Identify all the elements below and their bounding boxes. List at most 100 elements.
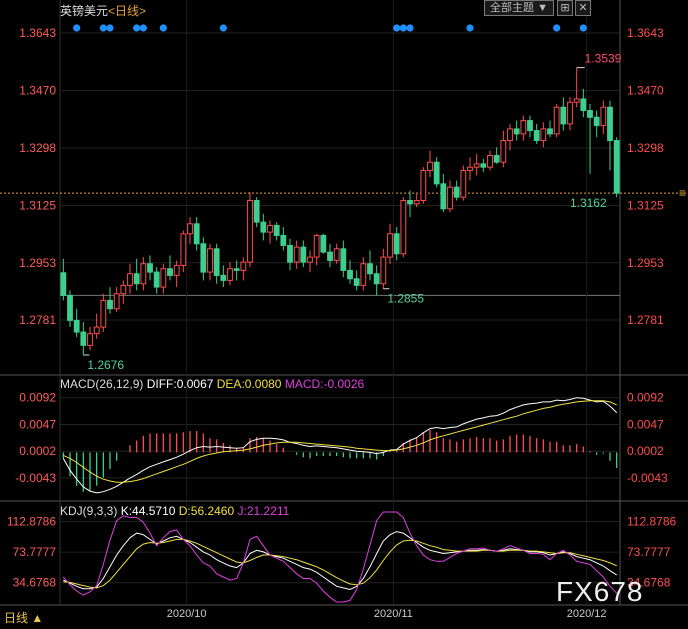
kdj-y-tick-left: 73.7777 — [13, 545, 57, 559]
candle-body — [287, 244, 293, 263]
kdj-header: KDJ(9,3,3) K:44.5710 D:56.2460 J:21.2211 — [60, 504, 289, 518]
candle-body — [580, 98, 587, 112]
candle-body — [607, 106, 613, 142]
y-tick-label-left: 1.3125 — [19, 198, 56, 212]
watermark-logo: FX678 — [556, 576, 644, 607]
candle-body — [493, 155, 500, 163]
y-tick-label-right: 1.2953 — [627, 256, 664, 270]
close-button[interactable]: ✕ — [575, 0, 591, 16]
candle-body — [320, 234, 327, 253]
candle-body — [133, 273, 140, 285]
y-tick-label-right: 1.3470 — [627, 84, 664, 98]
candle-body — [107, 299, 113, 310]
candle-body — [373, 273, 380, 285]
grid-icon: ⊞ — [560, 2, 570, 14]
chart-canvas: 1.3643 1.3643 1.3470 1.3470 1.3298 1.3298 1.31… — [0, 0, 688, 620]
candle-body — [600, 106, 607, 127]
signal-dot — [399, 24, 407, 32]
candle-body — [427, 161, 433, 172]
x-tick-label: 2020/11 — [374, 608, 413, 620]
candle-body — [307, 256, 313, 263]
candle-body — [73, 319, 80, 333]
candle-body — [340, 248, 347, 271]
y-tick-label-left: 1.2953 — [19, 256, 56, 270]
candle-body — [433, 161, 440, 185]
candle-body — [393, 233, 400, 255]
close-icon: ✕ — [578, 2, 588, 14]
candle-body — [460, 170, 467, 198]
candle-body — [513, 128, 520, 135]
candle-body — [240, 261, 247, 271]
macd-y-tick-right: -0.0043 — [627, 471, 668, 485]
candle-body — [553, 106, 560, 135]
x-tick-label: 2020/10 — [167, 608, 207, 620]
candle-body — [293, 246, 300, 263]
y-tick-label-right: 1.2781 — [627, 313, 664, 327]
candle-body — [360, 263, 367, 286]
macd-y-tick-right: 0.0047 — [627, 417, 664, 431]
period-toggle[interactable]: 日线 ▲ — [4, 609, 43, 626]
candle-body — [280, 234, 287, 246]
candle-body — [253, 199, 260, 223]
candle-body — [100, 299, 107, 328]
symbol-name: 英镑美元 — [60, 4, 109, 18]
signal-dot — [106, 24, 114, 32]
candle-body — [487, 155, 493, 168]
candle-body — [333, 248, 340, 261]
axis-labels: 1.3643 1.3643 1.3470 1.3470 1.3298 1.3298 1.31… — [7, 26, 686, 620]
macd-value: MACD:-0.0026 — [284, 377, 365, 391]
macd-layer — [62, 397, 618, 494]
candle-body — [400, 199, 407, 255]
candle-body — [67, 294, 73, 321]
candle-body — [180, 233, 187, 266]
kdj-y-tick-left: 34.6768 — [13, 576, 57, 590]
low-annotation: 1.2676 — [87, 358, 124, 372]
kdj-j-value: J:21.2211 — [237, 504, 290, 518]
candle-body — [153, 271, 160, 288]
y-tick-label-right: 1.3125 — [627, 198, 664, 212]
y-tick-label-left: 1.3643 — [19, 26, 56, 40]
candle-body — [160, 268, 167, 288]
candle-body — [313, 234, 320, 258]
candle-body — [260, 221, 267, 233]
signal-dot — [393, 24, 401, 32]
candle-body — [473, 163, 480, 168]
candle-body — [193, 223, 200, 245]
layout-button[interactable]: ⊞ — [557, 0, 573, 16]
kdj-j-line — [62, 511, 618, 603]
candle-body — [200, 243, 207, 273]
last-price-marker: ≡ — [679, 186, 686, 200]
candle-body — [593, 116, 600, 127]
candle-body — [187, 223, 193, 235]
candle-body — [247, 199, 253, 263]
candle-body — [327, 251, 333, 261]
candle-body — [407, 199, 413, 205]
candle-body — [93, 326, 100, 335]
y-tick-label-right: 1.3298 — [627, 141, 664, 155]
y-tick-label-left: 1.3298 — [19, 141, 56, 155]
low-annotation: 1.2855 — [387, 292, 424, 306]
candle-body — [80, 331, 87, 346]
kdj-params: KDJ(9,3,3) — [60, 504, 118, 518]
candle-body — [520, 120, 527, 135]
candle-body — [507, 128, 513, 142]
candlestick-layer — [60, 24, 620, 356]
candle-body — [140, 263, 147, 285]
candle-body — [273, 224, 280, 236]
kdj-layer — [62, 511, 618, 603]
candle-body — [447, 186, 453, 210]
macd-y-tick-left: -0.0043 — [15, 471, 56, 485]
period-selector[interactable]: <日线> — [108, 4, 146, 18]
candle-body — [167, 268, 173, 276]
kdj-y-tick-left: 112.8786 — [7, 514, 56, 528]
macd-y-tick-left: 0.0092 — [19, 391, 56, 405]
kdj-d-value: D:56.2460 — [178, 504, 235, 518]
chart-header: 英镑美元<日线> — [60, 2, 146, 19]
candle-body — [547, 128, 553, 135]
macd-dea-value: DEA:0.0080 — [216, 377, 282, 391]
indicator-theme-button[interactable]: 全部主题 ▼ — [484, 0, 554, 16]
candle-body — [567, 101, 573, 125]
candle-body — [587, 110, 593, 118]
x-tick-label: 2020/12 — [567, 608, 607, 620]
candle-body — [120, 284, 127, 295]
